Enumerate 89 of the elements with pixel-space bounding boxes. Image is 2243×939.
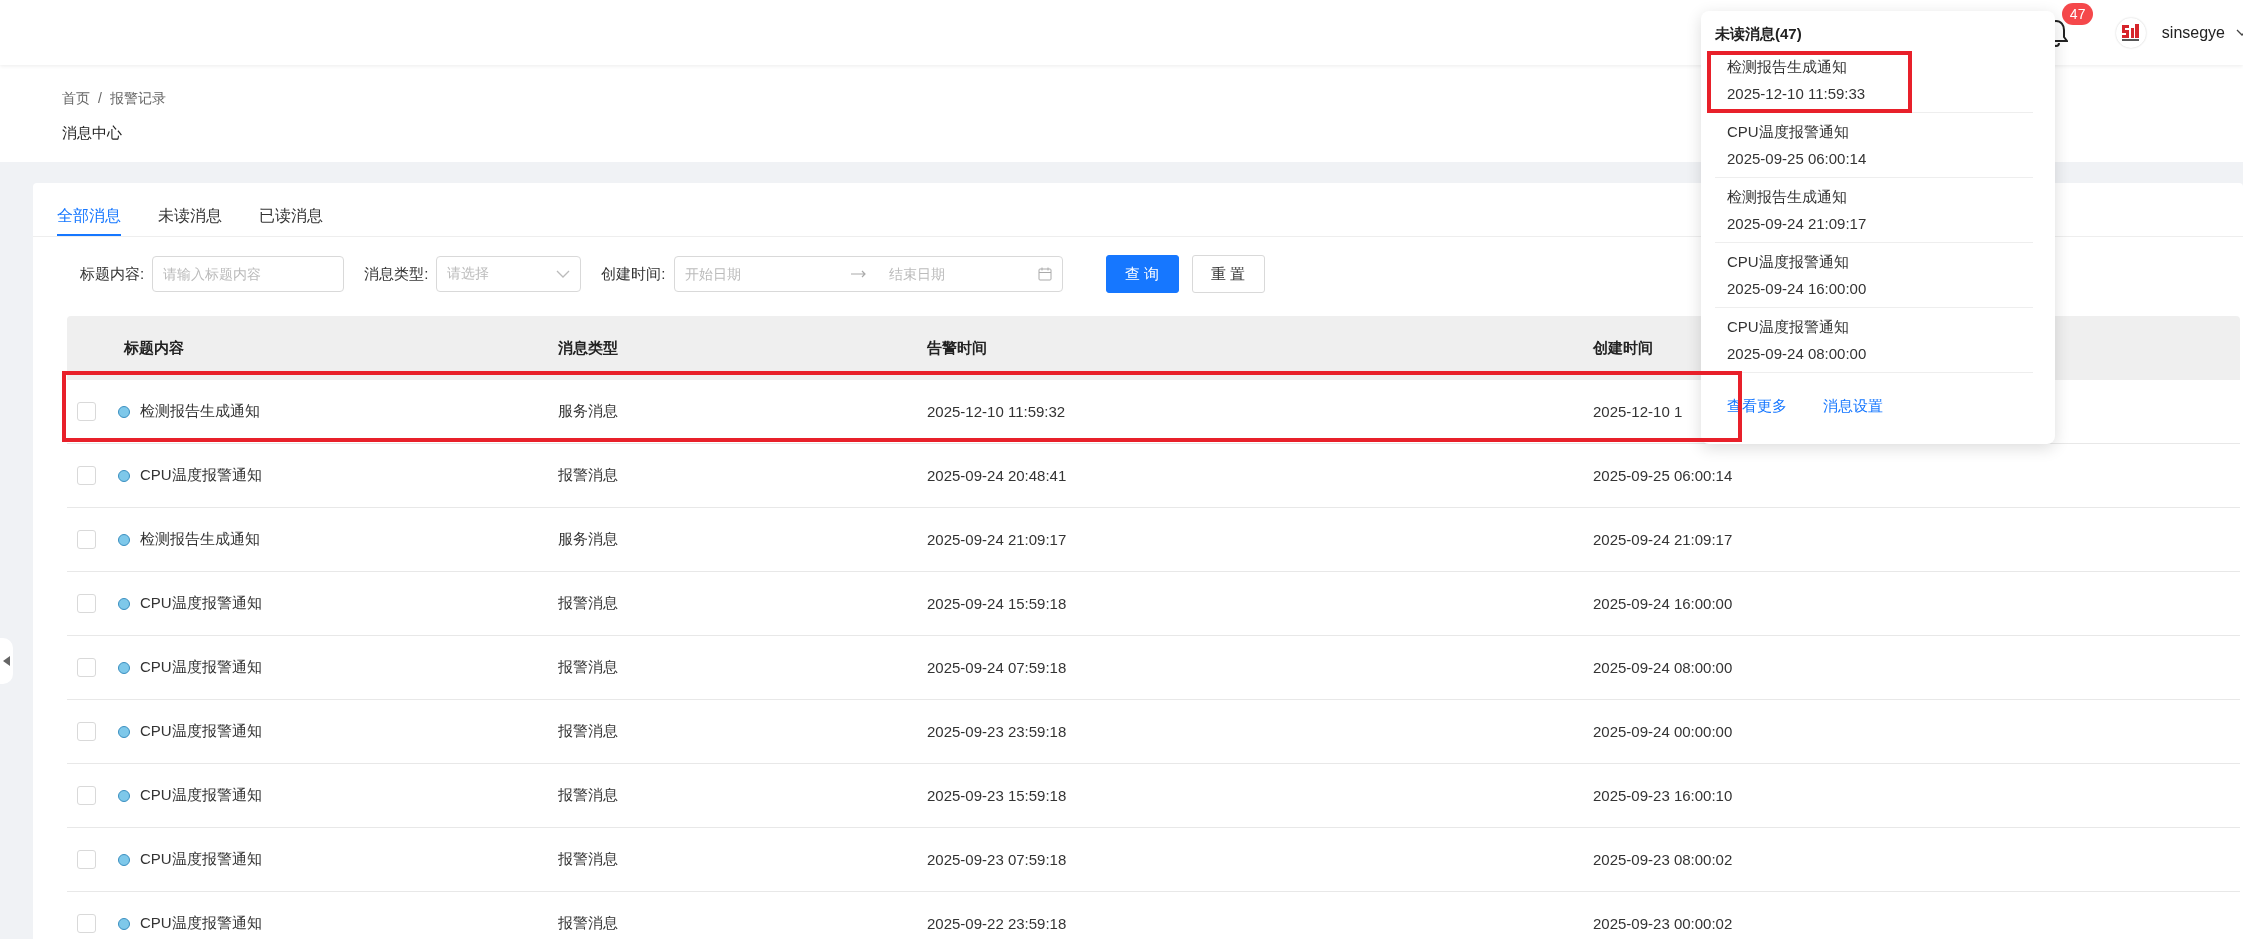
date-range-field[interactable]: 开始日期 结束日期 <box>673 256 1063 292</box>
table-cell: 2025-09-24 21:09:17 <box>927 531 1067 548</box>
tab[interactable]: 全部消息 <box>57 183 121 236</box>
table-cell: 2025-09-23 23:59:18 <box>927 723 1067 740</box>
tab[interactable]: 未读消息 <box>158 183 222 236</box>
row-checkbox[interactable] <box>77 914 96 933</box>
table-cell: CPU温度报警通知 <box>140 722 262 741</box>
table-cell: 2025-09-23 08:00:02 <box>1593 851 1733 868</box>
table-cell: 报警消息 <box>558 914 618 933</box>
notification-item[interactable]: CPU温度报警通知 2025-09-24 08:00:00 <box>1715 308 2033 373</box>
table-cell: CPU温度报警通知 <box>140 786 262 805</box>
table-cell: 检测报告生成通知 <box>140 402 260 421</box>
row-checkbox[interactable] <box>77 786 96 805</box>
table-cell: 2025-09-24 00:00:00 <box>1593 723 1733 740</box>
column-header: 创建时间 <box>1593 338 1653 358</box>
table-cell: 2025-09-24 07:59:18 <box>927 659 1067 676</box>
title-input-field[interactable]: 请输入标题内容 <box>152 256 345 292</box>
table-cell: 报警消息 <box>558 722 618 741</box>
notification-time: 2025-09-24 16:00:00 <box>1727 280 1868 297</box>
chevron-icon <box>556 270 571 278</box>
notification-time: 2025-09-24 08:00:00 <box>1727 345 1868 362</box>
notification-time: 2025-09-25 06:00:14 <box>1727 150 1868 167</box>
table-cell: 2025-12-10 11:59:32 <box>927 403 1066 420</box>
table-cell: 2025-09-22 23:59:18 <box>927 915 1067 932</box>
notification-title: CPU温度报警通知 <box>1727 123 1850 142</box>
column-header: 消息类型 <box>558 338 618 358</box>
table-cell: 服务消息 <box>558 402 618 421</box>
row-checkbox[interactable] <box>77 466 96 485</box>
username[interactable]: sinsegye <box>2161 23 2225 42</box>
tab[interactable]: 已读消息 <box>259 183 323 236</box>
table-cell: 报警消息 <box>558 658 618 677</box>
row-checkbox[interactable] <box>77 722 96 741</box>
logo-avatar[interactable] <box>2115 17 2146 48</box>
notification-title: CPU温度报警通知 <box>1727 253 1850 272</box>
table-cell: 2025-12-10 1 <box>1593 403 1683 420</box>
filter-label: 消息类型: <box>364 264 429 284</box>
notification-item[interactable]: 检测报告生成通知 2025-12-10 11:59:33 <box>1715 54 2033 113</box>
notification-title: CPU温度报警通知 <box>1727 318 1850 337</box>
breadcrumb-item[interactable]: 首页 <box>62 90 90 108</box>
notification-badge: 47 <box>2061 2 2094 25</box>
notification-time: 2025-09-24 21:09:17 <box>1727 215 1868 232</box>
table-cell: CPU温度报警通知 <box>140 850 262 869</box>
table-cell: 报警消息 <box>558 466 618 485</box>
notification-title: 检测报告生成通知 <box>1727 188 1848 207</box>
notification-title: 检测报告生成通知 <box>1727 58 1848 77</box>
table-cell: 2025-09-24 15:59:18 <box>927 595 1067 612</box>
column-header: 告警时间 <box>927 338 987 358</box>
table-cell: 报警消息 <box>558 786 618 805</box>
table-cell: 2025-09-25 06:00:14 <box>1593 467 1733 484</box>
table-cell: CPU温度报警通知 <box>140 466 262 485</box>
row-checkbox[interactable] <box>77 850 96 869</box>
table-cell: 2025-09-23 15:59:18 <box>927 787 1067 804</box>
page-title: 消息中心 <box>62 124 122 143</box>
query-button[interactable]: 查 询 <box>1105 255 1179 293</box>
table-cell: 服务消息 <box>558 530 618 549</box>
notification-item[interactable]: 检测报告生成通知 2025-09-24 21:09:17 <box>1715 178 2033 243</box>
column-header: 标题内容 <box>124 338 184 358</box>
notification-time: 2025-12-10 11:59:33 <box>1727 85 1867 102</box>
end-date-input[interactable]: 结束日期 <box>888 266 1009 282</box>
table-cell: CPU温度报警通知 <box>140 658 262 677</box>
notification-item[interactable]: CPU温度报警通知 2025-09-24 16:00:00 <box>1715 243 2033 308</box>
table-cell: CPU温度报警通知 <box>140 914 262 933</box>
row-checkbox[interactable] <box>77 658 96 677</box>
table-cell: 检测报告生成通知 <box>140 530 260 549</box>
breadcrumb-separator: / <box>98 90 102 108</box>
collapse-handle[interactable] <box>0 638 13 684</box>
arrow-icon <box>850 270 867 278</box>
table-cell: 2025-09-24 20:48:41 <box>927 467 1067 484</box>
table-cell: CPU温度报警通知 <box>140 594 262 613</box>
filter-label: 标题内容: <box>80 264 145 284</box>
table-cell: 2025-09-24 21:09:17 <box>1593 531 1733 548</box>
calendar-icon <box>1037 267 1052 281</box>
popup-title: 未读消息(47) <box>1715 25 1803 44</box>
row-checkbox[interactable] <box>77 594 96 613</box>
table-cell: 报警消息 <box>558 594 618 613</box>
notification-item[interactable]: CPU温度报警通知 2025-09-25 06:00:14 <box>1715 113 2033 178</box>
popup-link[interactable]: 消息设置 <box>1823 397 1883 416</box>
table-cell: 2025-09-23 00:00:02 <box>1593 915 1733 932</box>
table-cell: 2025-09-23 07:59:18 <box>927 851 1067 868</box>
breadcrumb-item[interactable]: 报警记录 <box>109 90 166 108</box>
table-cell: 2025-09-24 08:00:00 <box>1593 659 1733 676</box>
table-cell: 2025-09-23 16:00:10 <box>1593 787 1733 804</box>
filter-label: 创建时间: <box>601 264 666 284</box>
table-cell: 报警消息 <box>558 850 618 869</box>
table-cell: 2025-09-24 16:00:00 <box>1593 595 1733 612</box>
row-checkbox[interactable] <box>77 402 96 421</box>
row-checkbox[interactable] <box>77 530 96 549</box>
start-date-input[interactable]: 开始日期 <box>684 266 805 282</box>
reset-button[interactable]: 重 置 <box>1191 255 1265 293</box>
